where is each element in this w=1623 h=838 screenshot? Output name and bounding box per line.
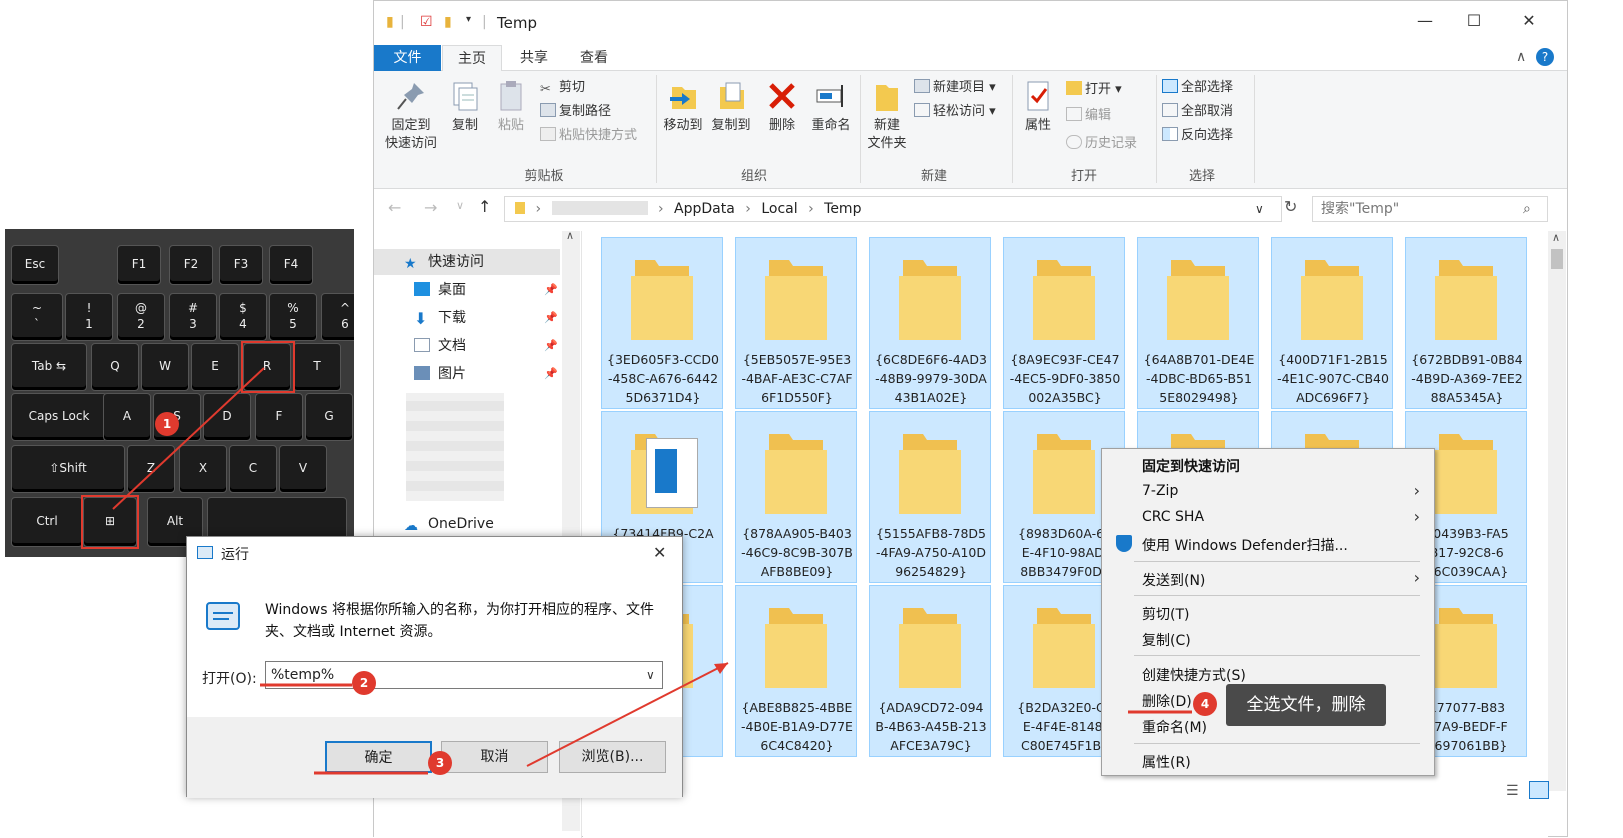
tooltip-select-all-delete: 全选文件，删除	[1226, 684, 1386, 726]
step-badge-3: 3	[428, 751, 452, 775]
annotation-line-win-to-r	[112, 367, 265, 510]
step-badge-4: 4	[1193, 692, 1217, 716]
annotation-arrow-to-files	[526, 662, 729, 767]
step-badge-2: 2	[352, 671, 376, 695]
step-badge-1: 1	[155, 412, 179, 436]
